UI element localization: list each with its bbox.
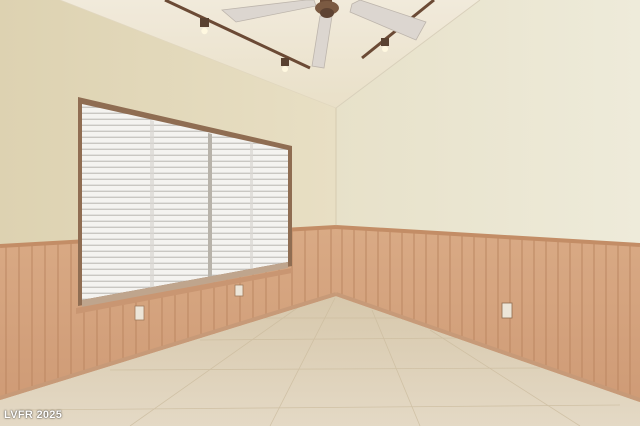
room-illustration: [0, 0, 640, 426]
electrical-outlet-icon: [234, 284, 244, 297]
electrical-outlet-icon: [134, 305, 145, 321]
electrical-outlet-icon: [501, 302, 513, 319]
empty-room-photo: LVFR 2025: [0, 0, 640, 426]
watermark: LVFR 2025: [4, 409, 63, 421]
